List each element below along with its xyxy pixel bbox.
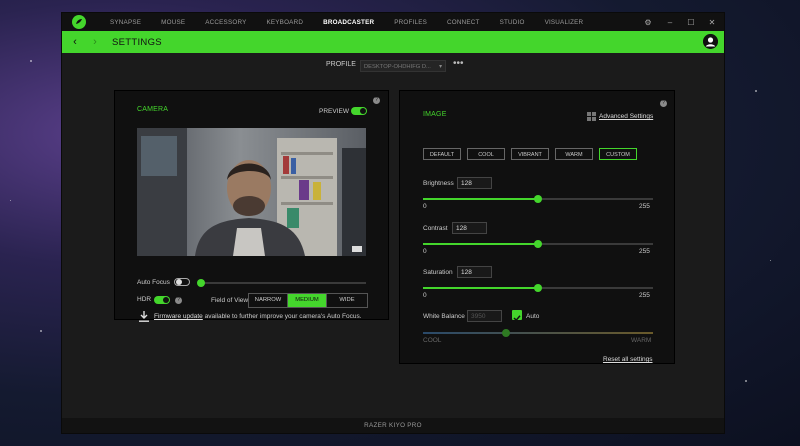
top-nav-bar: SYNAPSE MOUSE ACCESSORY KEYBOARD BROADCA… <box>62 13 724 31</box>
profile-row: PROFILE DESKTOP-OHDHIFG D... ▾ ••• <box>62 58 724 74</box>
saturation-slider-knob[interactable] <box>534 284 543 292</box>
camera-panel: ? CAMERA PREVIEW Auto Focus HDR ? Field … <box>114 90 389 322</box>
contrast-input[interactable]: 128 <box>452 222 487 234</box>
back-arrow-icon[interactable]: ‹ <box>68 36 82 48</box>
contrast-slider-knob[interactable] <box>534 240 543 248</box>
toggle-knob <box>176 279 182 285</box>
focus-slider[interactable] <box>197 279 366 287</box>
profile-label: PROFILE <box>326 61 356 68</box>
brightness-slider[interactable] <box>423 195 653 203</box>
preset-warm-button[interactable]: WARM <box>555 148 593 160</box>
white-balance-label: White Balance <box>423 313 465 320</box>
maximize-icon[interactable]: ☐ <box>681 13 701 31</box>
brightness-max: 255 <box>639 203 650 210</box>
brightness-input[interactable]: 128 <box>457 177 492 189</box>
nav-item-synapse[interactable]: SYNAPSE <box>100 19 151 26</box>
white-balance-auto-label: Auto <box>526 313 540 320</box>
app-window: SYNAPSE MOUSE ACCESSORY KEYBOARD BROADCA… <box>61 12 725 434</box>
white-balance-cool-label: COOL <box>423 337 442 344</box>
settings-gear-icon[interactable]: ⚙ <box>638 13 658 31</box>
preset-default-button[interactable]: DEFAULT <box>423 148 461 160</box>
white-balance-warm-label: WARM <box>631 337 652 344</box>
nav-item-accessory[interactable]: ACCESSORY <box>195 19 256 26</box>
hdr-label: HDR <box>137 296 152 303</box>
camera-preview <box>137 128 366 256</box>
saturation-label: Saturation <box>423 269 453 276</box>
nav-item-profiles[interactable]: PROFILES <box>384 19 437 26</box>
user-avatar-icon[interactable] <box>703 34 718 49</box>
nav-item-mouse[interactable]: MOUSE <box>151 19 195 26</box>
auto-focus-label: Auto Focus <box>137 279 170 286</box>
minimize-icon[interactable]: – <box>660 13 680 31</box>
brightness-min: 0 <box>423 203 427 210</box>
fov-option-narrow[interactable]: NARROW <box>249 294 288 307</box>
brightness-label: Brightness <box>423 180 454 187</box>
toggle-knob <box>163 297 169 303</box>
windows-icon <box>587 112 596 121</box>
camera-heading: CAMERA <box>137 106 169 113</box>
nav-item-visualizer[interactable]: VISUALIZER <box>535 19 594 26</box>
saturation-slider-fill <box>423 287 539 289</box>
camera-preview-image <box>137 128 366 256</box>
fov-option-wide[interactable]: WIDE <box>327 294 367 307</box>
device-footer: RAZER KIYO PRO <box>62 418 724 433</box>
white-balance-auto-checkbox[interactable] <box>512 310 522 322</box>
nav-item-keyboard[interactable]: KEYBOARD <box>256 19 313 26</box>
hdr-help-icon[interactable]: ? <box>175 297 182 304</box>
advanced-settings-link[interactable]: Advanced Settings <box>599 113 653 120</box>
contrast-slider-fill <box>423 243 539 245</box>
checkmark-icon <box>513 315 521 322</box>
white-balance-slider[interactable] <box>423 329 653 337</box>
nav-item-studio[interactable]: STUDIO <box>490 19 535 26</box>
contrast-slider[interactable] <box>423 240 653 248</box>
preset-cool-button[interactable]: COOL <box>467 148 505 160</box>
profile-select[interactable]: DESKTOP-OHDHIFG D... ▾ <box>360 60 446 72</box>
auto-focus-toggle[interactable] <box>174 278 190 286</box>
close-icon[interactable]: ✕ <box>702 13 722 31</box>
help-icon[interactable]: ? <box>373 97 380 104</box>
forward-arrow-icon[interactable]: › <box>88 36 102 48</box>
firmware-update-link[interactable]: Firmware update <box>154 313 203 320</box>
focus-slider-knob[interactable] <box>197 279 205 287</box>
saturation-slider[interactable] <box>423 284 653 292</box>
firmware-text: available to further improve your camera… <box>202 313 362 320</box>
saturation-input[interactable]: 128 <box>457 266 492 278</box>
fov-option-medium[interactable]: MEDIUM <box>288 294 327 307</box>
nav-item-broadcaster[interactable]: BROADCASTER <box>313 19 384 26</box>
firmware-message: Firmware update available to further imp… <box>154 313 362 320</box>
image-heading: IMAGE <box>423 111 447 118</box>
white-balance-input[interactable]: 3950 <box>467 310 502 322</box>
image-panel: ? IMAGE Advanced Settings DEFAULT COOL V… <box>399 90 675 364</box>
razer-logo-icon <box>72 15 86 29</box>
white-balance-slider-knob[interactable] <box>501 329 510 337</box>
chevron-down-icon: ▾ <box>439 64 442 70</box>
fov-label: Field of View <box>211 297 249 304</box>
profile-select-value: DESKTOP-OHDHIFG D... <box>364 64 431 70</box>
preview-toggle[interactable] <box>351 107 367 115</box>
preset-custom-button[interactable]: CUSTOM <box>599 148 637 160</box>
preset-vibrant-button[interactable]: VIBRANT <box>511 148 549 160</box>
nav-item-connect[interactable]: CONNECT <box>437 19 490 26</box>
header-bar: ‹ › SETTINGS <box>62 31 724 53</box>
contrast-label: Contrast <box>423 225 448 232</box>
saturation-min: 0 <box>423 292 427 299</box>
help-icon[interactable]: ? <box>660 100 667 107</box>
brightness-slider-fill <box>423 198 539 200</box>
brightness-slider-knob[interactable] <box>534 195 543 203</box>
hdr-toggle[interactable] <box>154 296 170 304</box>
fov-segmented-control: NARROW MEDIUM WIDE <box>248 293 368 308</box>
profile-more-button[interactable]: ••• <box>453 58 464 69</box>
contrast-max: 255 <box>639 248 650 255</box>
toggle-knob <box>360 108 366 114</box>
download-icon <box>139 311 149 322</box>
contrast-min: 0 <box>423 248 427 255</box>
reset-all-settings-link[interactable]: Reset all settings <box>603 356 653 363</box>
saturation-max: 255 <box>639 292 650 299</box>
page-title: SETTINGS <box>112 36 162 48</box>
preview-label: PREVIEW <box>319 108 349 115</box>
